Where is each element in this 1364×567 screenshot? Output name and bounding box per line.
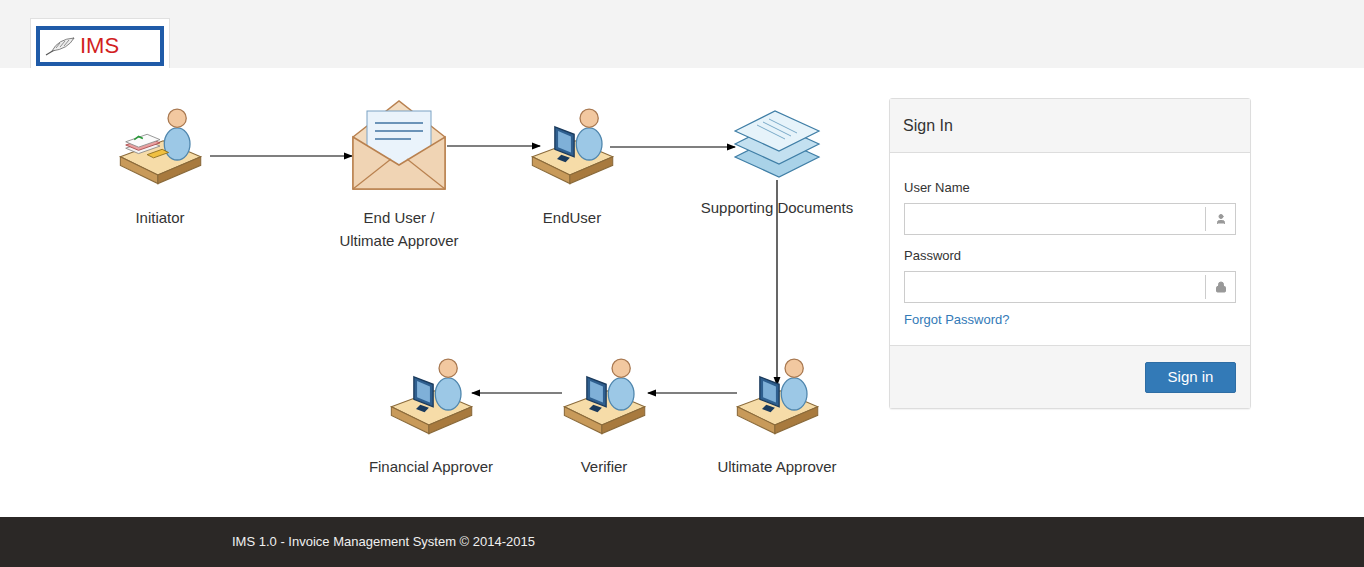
flow-arrow [210,155,352,156]
logo[interactable]: IMS [30,18,170,68]
panel-body: User Name Password Forgot Password? [890,153,1250,345]
node-label: Supporting Documents [677,196,877,219]
diagram-node [115,103,205,187]
diagram-node [559,353,649,437]
node-label: Initiator [60,206,260,229]
footer: IMS 1.0 - Invoice Management System © 20… [0,517,1364,567]
forgot-password-link[interactable]: Forgot Password? [904,311,1236,329]
text-input[interactable] [905,272,1205,302]
input-addon [1205,275,1235,299]
workflow-diagram: InitiatorEnd User /Ultimate ApproverEndU… [100,68,889,517]
input-group [904,271,1236,303]
flow-arrow [447,145,540,146]
header: IMS [0,0,1364,68]
person-computer-icon [732,353,822,437]
node-label: End User /Ultimate Approver [299,206,499,252]
node-label: Ultimate Approver [677,455,877,478]
field-label: Password [904,247,1236,265]
input-group [904,203,1236,235]
diagram-node [732,353,822,437]
panel-heading: Sign In [890,99,1250,153]
main: Initiator End User /Ultimate ApproverEndU… [0,68,1364,517]
form-field: User Name [904,179,1236,235]
person-computer-icon [527,103,617,187]
flow-arrow [472,392,562,393]
diagram-node [733,109,821,181]
node-label: EndUser [472,206,672,229]
flow-arrow [648,392,737,393]
input-addon [1205,207,1235,231]
sign-in-panel: Sign In User Name Password Forgot Password?… [889,98,1251,409]
node-label: Verifier [504,455,704,478]
quill-icon [44,35,78,57]
text-input[interactable] [905,204,1205,234]
footer-text: IMS 1.0 - Invoice Management System © 20… [232,532,535,552]
node-label: Financial Approver [331,455,531,478]
person-computer-icon [559,353,649,437]
documents-icon [733,109,821,181]
initiator-icon [115,103,205,187]
field-label: User Name [904,179,1236,197]
user-icon [1215,213,1227,225]
form-field: Password [904,247,1236,303]
flow-arrow [610,146,735,147]
diagram-node [386,353,476,437]
diagram-node [351,99,447,191]
person-computer-icon [386,353,476,437]
logo-text: IMS [80,34,119,58]
page: IMS Initiator End User /Ultimate ApproverE… [0,0,1364,567]
lock-icon [1215,281,1227,293]
envelope-icon [351,99,447,191]
diagram-node [527,103,617,187]
sign-in-button[interactable]: Sign in [1145,362,1236,393]
panel-footer: Sign in [890,345,1250,408]
